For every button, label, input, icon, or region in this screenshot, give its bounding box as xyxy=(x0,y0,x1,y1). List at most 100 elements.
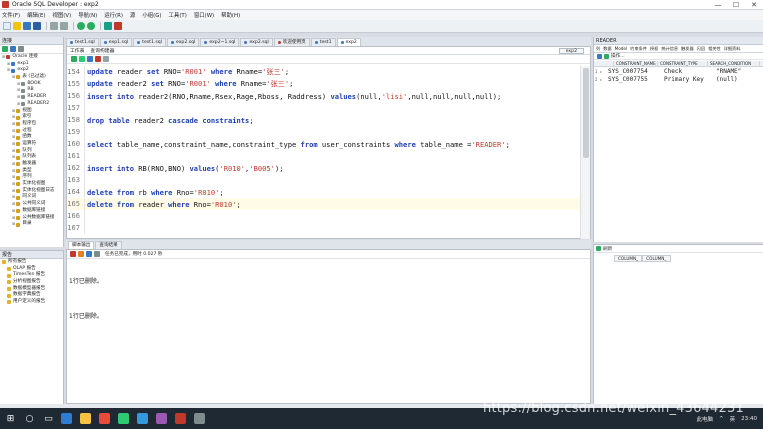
tree-item[interactable]: ⊞ 运算符 xyxy=(0,141,63,148)
connection-selector[interactable]: exp2 xyxy=(558,47,584,54)
menu-navigate[interactable]: 导航(N) xyxy=(78,11,97,19)
redo-icon[interactable] xyxy=(60,22,68,30)
tree-item[interactable]: ⊞ 公共同义词 xyxy=(0,201,63,208)
minimize-button[interactable]: — xyxy=(709,1,727,9)
expand-icon[interactable]: ⊞ xyxy=(12,181,15,188)
editor-tab[interactable]: test1.sql xyxy=(66,38,99,46)
file-explorer-icon[interactable] xyxy=(80,413,91,424)
tree-item[interactable]: 分析视图报告 xyxy=(0,279,63,286)
expand-icon[interactable]: ⊞ xyxy=(12,201,15,208)
object-tab[interactable]: 详细资料 xyxy=(724,46,741,52)
expand-icon[interactable]: ⊞ xyxy=(12,208,15,215)
code-line[interactable]: 167 xyxy=(67,222,580,234)
code-line[interactable]: 161 xyxy=(67,150,580,162)
expand-icon[interactable]: ⊞ xyxy=(7,67,10,74)
save-all-icon[interactable] xyxy=(33,22,41,30)
expand-icon[interactable]: ⊞ xyxy=(17,94,20,101)
menu-view[interactable]: 视图(V) xyxy=(53,11,72,19)
tree-item[interactable]: ⊞ 触发器 xyxy=(0,161,63,168)
column-header[interactable]: CONSTRAINT_NAME xyxy=(614,61,658,66)
tree-item[interactable]: ⊞ Oracle 连接 xyxy=(0,54,63,61)
expand-icon[interactable]: ⊞ xyxy=(12,74,15,81)
task-view-icon[interactable]: ▭ xyxy=(40,410,57,427)
app-icon[interactable] xyxy=(194,413,205,424)
output-tab[interactable]: 查询结果 xyxy=(95,241,122,249)
open-folder-icon[interactable] xyxy=(13,22,21,30)
sql-developer-taskbar-icon[interactable] xyxy=(175,413,186,424)
wechat-icon[interactable] xyxy=(118,413,129,424)
editor-scrollbar[interactable] xyxy=(580,66,590,239)
save-output-icon[interactable] xyxy=(86,251,92,257)
editor-tab[interactable]: exp2.sql xyxy=(240,38,273,46)
expand-icon[interactable]: ⊞ xyxy=(12,148,15,155)
expand-icon[interactable]: ⊞ xyxy=(12,168,15,175)
table-row[interactable]: 2 ▸ SYS_C007755 Primary Key (null) xyxy=(594,75,763,83)
refresh-icon[interactable] xyxy=(10,46,16,52)
menu-run[interactable]: 运行(R) xyxy=(104,11,123,19)
expand-icon[interactable]: ⊞ xyxy=(12,215,15,222)
object-tab[interactable]: Model xyxy=(615,46,628,51)
commit-icon[interactable] xyxy=(87,56,93,62)
menu-team[interactable]: 小组(G) xyxy=(142,11,161,19)
tray-expand-icon[interactable]: ^ xyxy=(719,416,724,422)
browser-icon[interactable] xyxy=(137,413,148,424)
code-line[interactable]: 164 delete from rb where Rno='R010'; xyxy=(67,186,580,198)
menu-window[interactable]: 窗口(W) xyxy=(194,11,214,19)
code-line[interactable]: 157 xyxy=(67,102,580,114)
clock[interactable]: 23:40 xyxy=(741,416,757,422)
menu-tools[interactable]: 工具(T) xyxy=(169,11,187,19)
tree-item[interactable]: ⊞ 队列表 xyxy=(0,154,63,161)
expand-icon[interactable]: ⊞ xyxy=(17,101,20,108)
expand-icon[interactable]: ⊞ xyxy=(12,174,15,181)
expand-icon[interactable]: ⊞ xyxy=(12,108,15,115)
maximize-button[interactable]: ☐ xyxy=(727,1,745,9)
expand-icon[interactable]: ⊞ xyxy=(12,141,15,148)
table-row[interactable]: 1 ▸ SYS_C007754 Check "RNAME" xyxy=(594,67,763,75)
code-line[interactable]: 156 insert into reader2(RNO,Rname,Rsex,Ra… xyxy=(67,90,580,102)
tree-item[interactable]: 所有报告 xyxy=(0,259,63,266)
run-statement-icon[interactable] xyxy=(71,56,77,62)
code-area[interactable]: 154 update reader set RNO='R001' where Rn… xyxy=(67,66,580,239)
expand-icon[interactable]: ⊞ xyxy=(7,61,10,68)
close-button[interactable]: ✕ xyxy=(745,1,763,9)
actions-menu[interactable]: 操作... xyxy=(611,53,625,59)
expand-icon[interactable]: ⊞ xyxy=(12,114,15,121)
expand-icon[interactable]: ⊞ xyxy=(17,87,20,94)
editor-tab[interactable]: test1.sql xyxy=(133,38,166,46)
column-header[interactable]: CONSTRAINT_TYPE xyxy=(658,61,708,66)
run-icon[interactable] xyxy=(104,22,112,30)
menu-help[interactable]: 帮助(H) xyxy=(221,11,240,19)
edit-icon[interactable] xyxy=(597,53,602,59)
code-line[interactable]: 159 xyxy=(67,126,580,138)
expand-icon[interactable]: ⊞ xyxy=(12,154,15,161)
object-tab[interactable]: 列 xyxy=(596,46,600,52)
edge-icon[interactable] xyxy=(61,413,72,424)
undo-icon[interactable] xyxy=(50,22,58,30)
expand-icon[interactable]: ⊞ xyxy=(17,81,20,88)
editor-tab[interactable]: test1 xyxy=(310,38,336,46)
object-tab[interactable]: 授权 xyxy=(650,46,658,52)
expand-icon[interactable]: ⊞ xyxy=(12,121,15,128)
tree-item[interactable]: ⊞ 表 (已过滤) xyxy=(0,74,63,81)
code-line[interactable]: 166 xyxy=(67,210,580,222)
code-line[interactable]: 158 drop table reader2 cascade constraint… xyxy=(67,114,580,126)
tree-item[interactable]: ⊞ 目录 xyxy=(0,221,63,228)
code-line[interactable]: 155 update reader2 set RNO='R001' where R… xyxy=(67,78,580,90)
tree-item[interactable]: ⊞ 数据库链接 xyxy=(0,208,63,215)
object-tab[interactable]: 触发器 xyxy=(681,46,694,52)
expand-icon[interactable]: ⊞ xyxy=(12,188,15,195)
menu-file[interactable]: 文件(F) xyxy=(2,11,20,19)
object-tab[interactable]: 约束条件 xyxy=(630,46,647,52)
expand-icon[interactable]: ⊞ xyxy=(12,128,15,135)
tree-item[interactable]: ⊞ 索引 xyxy=(0,114,63,121)
tree-item[interactable]: ⊞ READER xyxy=(0,94,63,101)
print-icon[interactable] xyxy=(94,251,100,257)
column-header[interactable]: COLUMN_ xyxy=(642,255,671,262)
editor-tab[interactable]: exp2~1.sql xyxy=(200,38,240,46)
editor-tab[interactable]: 欢迎使用页 xyxy=(273,38,310,46)
pin-icon[interactable] xyxy=(70,251,76,257)
start-icon[interactable]: ⊞ xyxy=(2,410,19,427)
tree-item[interactable]: ⊞ 实体化视图 xyxy=(0,181,63,188)
clear-output-icon[interactable] xyxy=(78,251,84,257)
object-tab[interactable]: 闪回 xyxy=(697,46,705,52)
